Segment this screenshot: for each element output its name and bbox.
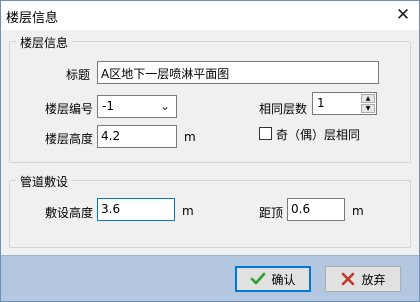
odd-even-label: 奇（偶）层相同 [276, 128, 361, 142]
cancel-button[interactable]: 放弃 [325, 266, 401, 292]
pipe-group-title: 管道敷设 [16, 173, 73, 190]
ok-button[interactable]: 确认 [235, 266, 311, 292]
floor-height-label: 楼层高度 [45, 132, 94, 146]
floor-height-unit: m [184, 130, 196, 144]
floor-no-value: -1 [102, 99, 114, 113]
same-floors-spinner[interactable]: 1 ▲ ▼ [312, 92, 377, 115]
lay-height-label: 敷设高度 [45, 206, 94, 220]
top-dist-input[interactable]: 0.6 [287, 198, 345, 221]
dialog-window: 楼层信息 ✕ 楼层信息 标题 A区地下一层喷淋平面图 楼层编号 -1 ⌄ 楼层高… [0, 0, 420, 302]
lay-height-unit: m [182, 204, 194, 218]
same-floors-label: 相同层数 [259, 102, 308, 116]
chevron-down-icon: ⌄ [159, 99, 170, 113]
same-floors-value: 1 [317, 96, 325, 110]
window-title: 楼层信息 [6, 11, 59, 26]
name-input[interactable]: A区地下一层喷淋平面图 [97, 61, 379, 84]
close-button[interactable]: ✕ [393, 5, 413, 25]
close-icon: ✕ [395, 5, 411, 25]
x-icon [340, 271, 356, 287]
spin-down-icon[interactable]: ▼ [361, 104, 375, 113]
dialog-footer: 确认 放弃 [1, 255, 419, 301]
top-dist-unit: m [352, 204, 364, 218]
dialog-body: 楼层信息 标题 A区地下一层喷淋平面图 楼层编号 -1 ⌄ 楼层高度 4.2 m… [1, 30, 419, 255]
odd-even-checkbox[interactable] [259, 127, 272, 140]
top-dist-label: 距顶 [259, 206, 284, 220]
title-bar[interactable]: 楼层信息 ✕ [1, 1, 419, 30]
check-icon [250, 271, 266, 287]
lay-height-input[interactable]: 3.6 [97, 198, 175, 221]
cancel-label: 放弃 [361, 272, 386, 287]
floor-no-select[interactable]: -1 ⌄ [97, 95, 177, 118]
floor-info-group-title: 楼层信息 [16, 34, 73, 51]
ok-label: 确认 [271, 272, 296, 287]
spin-up-icon[interactable]: ▲ [361, 94, 375, 103]
floor-no-label: 楼层编号 [45, 102, 94, 116]
name-label: 标题 [66, 68, 91, 82]
floor-height-input[interactable]: 4.2 [97, 125, 177, 148]
